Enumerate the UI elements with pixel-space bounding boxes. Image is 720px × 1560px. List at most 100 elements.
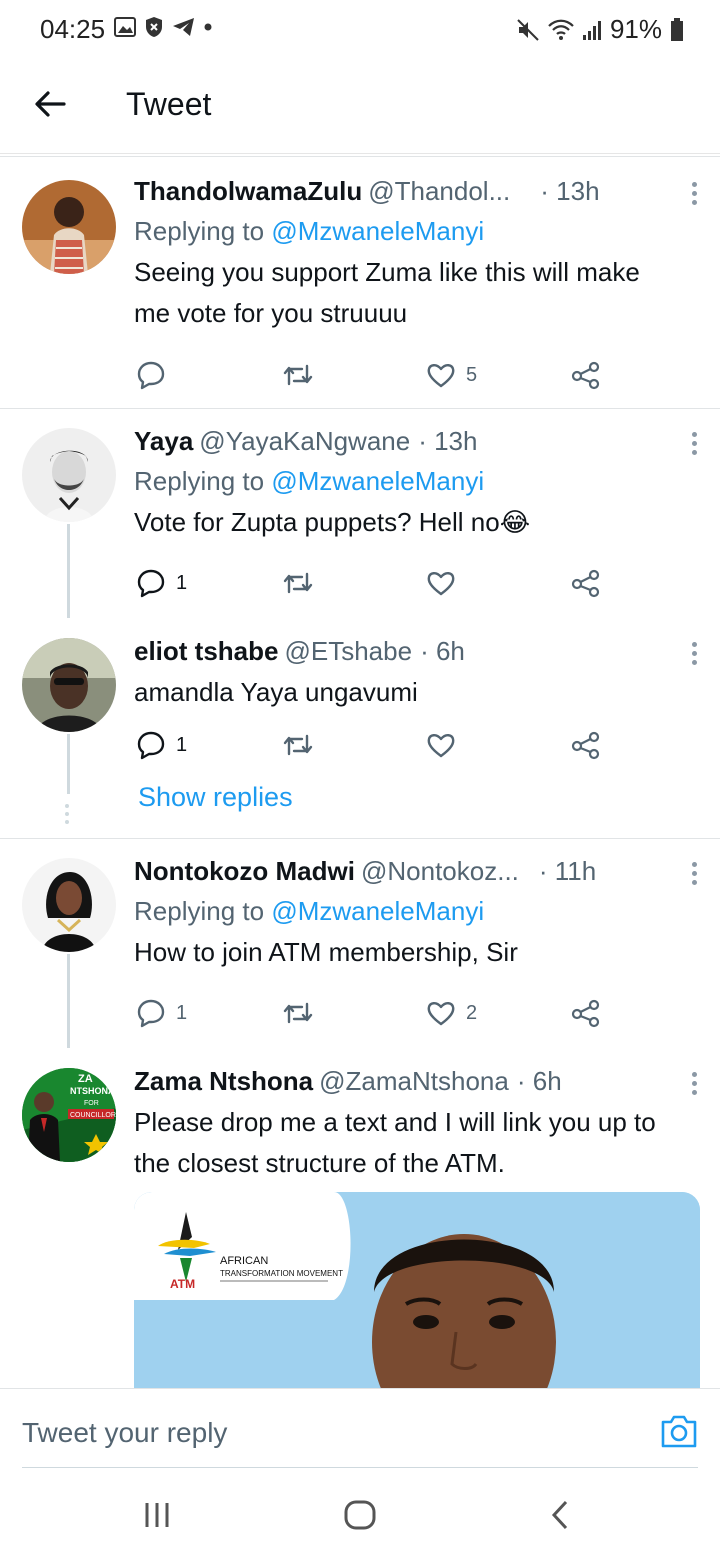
tweet-header: Zama Ntshona @ZamaNtshona · 6h [134,1064,702,1098]
telegram-icon [173,18,194,36]
retweet-button[interactable] [282,728,324,762]
share-button[interactable] [570,996,602,1030]
more-options-button[interactable] [690,862,698,888]
system-back-button[interactable] [548,1500,572,1535]
username[interactable]: @Nontokoz... [361,854,519,888]
tweet-body: eliot tshabe @ETshabe · 6h amandla Yaya … [134,634,702,713]
tweet[interactable]: Yaya @YayaKaNgwane · 13h Replying to @Mz… [0,408,720,618]
tweet-header: eliot tshabe @ETshabe · 6h [134,634,702,668]
gallery-icon [114,17,136,37]
tweet[interactable]: ThandolwamaZulu @Thandol... · 13h Replyi… [0,154,720,408]
replying-to: Replying to @MzwaneleManyi [134,466,485,496]
timestamp: · 13h [540,176,600,206]
display-name[interactable]: eliot tshabe [134,634,278,668]
tweet-header: Nontokozo Madwi @Nontokoz... · 11h [134,854,702,888]
timestamp: · 11h [538,856,597,886]
share-button[interactable] [570,358,602,392]
recents-icon [145,1503,169,1527]
timestamp: · 13h [418,426,478,456]
show-replies-link[interactable]: Show replies [138,782,293,813]
timestamp: · 6h [420,636,465,666]
tweet-actions: 1 [134,728,614,762]
avatar[interactable] [22,180,116,274]
username[interactable]: @Thandol... [368,174,510,208]
back-button[interactable] [30,84,70,124]
avatar-text: FOR [84,1100,99,1107]
composer-underline [22,1467,698,1468]
avatar[interactable]: ZA NTSHONA FOR COUNCILLOR [22,1068,116,1162]
media-org-name: AFRICAN [220,1255,268,1267]
like-button[interactable]: 2 [426,996,477,1030]
home-button[interactable] [344,1500,376,1535]
avatar-text: COUNCILLOR [70,1112,116,1119]
heart-icon [427,572,455,596]
tweet-image[interactable]: ATM AFRICAN TRANSFORMATION MOVEMENT [134,1192,700,1388]
avatar[interactable] [22,638,116,732]
mention-link[interactable]: @MzwaneleManyi [271,896,484,926]
display-name[interactable]: ThandolwamaZulu [134,174,362,208]
more-options-button[interactable] [690,182,698,208]
retweet-icon [283,572,313,594]
heart-icon [427,1002,455,1026]
like-button[interactable] [426,728,466,762]
retweet-button[interactable] [282,566,324,600]
media-logo-abbr: ATM [170,1277,195,1291]
avatar[interactable] [22,428,116,522]
display-name[interactable]: Zama Ntshona [134,1064,313,1098]
tweet-body: ThandolwamaZulu @Thandol... · 13h Replyi… [134,174,702,334]
battery-percent: 91% [609,14,662,44]
reply-button[interactable]: 1 [136,566,187,600]
reply-icon [137,569,165,598]
tweet-actions: 1 2 [134,996,614,1030]
like-button[interactable] [426,566,466,600]
tweet-body: Zama Ntshona @ZamaNtshona · 6h Please dr… [134,1064,702,1184]
mute-icon [517,18,539,41]
reply-icon [137,361,165,390]
username[interactable]: @YayaKaNgwane [199,424,410,458]
recent-apps-button[interactable] [142,1500,172,1535]
camera-icon [661,1415,697,1448]
thread-connector [67,734,70,794]
reply-icon [137,731,165,760]
reply-feed[interactable]: ThandolwamaZulu @Thandol... · 13h Replyi… [0,154,720,1388]
mention-link[interactable]: @MzwaneleManyi [271,216,484,246]
reply-count: 1 [176,571,188,594]
like-button[interactable]: 5 [426,358,477,392]
wifi-icon [548,19,574,40]
dot-icon [204,23,212,31]
tweet-text: How to join ATM membership, Sir [134,937,518,967]
reply-button[interactable] [136,358,176,392]
avatar[interactable] [22,858,116,952]
more-options-button[interactable] [690,1072,698,1098]
mention-link[interactable]: @MzwaneleManyi [271,466,484,496]
heart-icon [427,364,455,388]
tweet[interactable]: eliot tshabe @ETshabe · 6h amandla Yaya … [0,618,720,838]
tweet-header: ThandolwamaZulu @Thandol... · 13h [134,174,702,208]
tweet-header: Yaya @YayaKaNgwane · 13h [134,424,702,458]
thread-dots [65,804,69,828]
username[interactable]: @ETshabe [284,634,412,668]
retweet-button[interactable] [282,996,324,1030]
tweet[interactable]: Nontokozo Madwi @Nontokoz... · 11h Reply… [0,838,720,1048]
username[interactable]: @ZamaNtshona [319,1064,509,1098]
shield-icon [146,17,162,37]
reply-button[interactable]: 1 [136,728,187,762]
more-options-button[interactable] [690,642,698,668]
reply-button[interactable]: 1 [136,996,187,1030]
more-options-button[interactable] [690,432,698,458]
chevron-left-icon [551,1500,568,1530]
heart-icon [427,734,455,758]
display-name[interactable]: Nontokozo Madwi [134,854,355,888]
retweet-button[interactable] [282,358,324,392]
tweet-actions: 1 [134,566,614,600]
retweet-icon [283,1002,313,1024]
share-button[interactable] [570,728,602,762]
like-count: 2 [466,1001,478,1024]
share-icon [571,731,600,760]
camera-button[interactable] [660,1413,698,1449]
display-name[interactable]: Yaya [134,424,193,458]
tweet-body: Nontokozo Madwi @Nontokoz... · 11h Reply… [134,854,702,973]
reply-input[interactable]: Tweet your reply [22,1417,227,1449]
reply-icon [137,999,165,1028]
share-button[interactable] [570,566,602,600]
